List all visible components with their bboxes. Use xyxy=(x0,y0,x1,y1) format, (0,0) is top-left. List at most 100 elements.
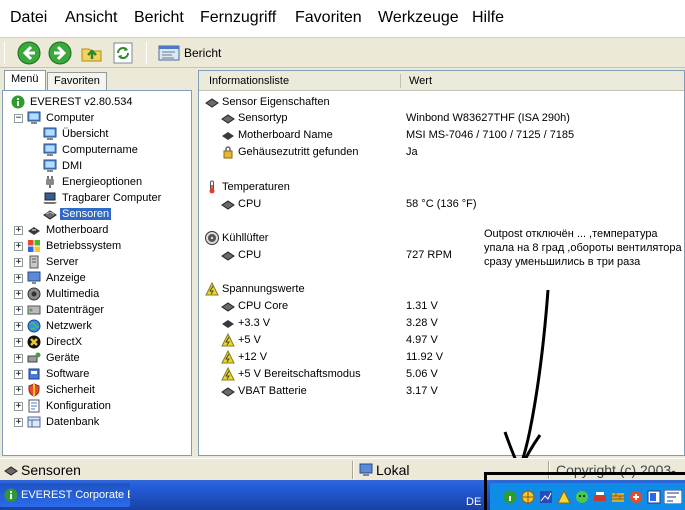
tree-item-motherboard[interactable]: Motherboard xyxy=(27,222,110,238)
up-button[interactable] xyxy=(80,41,104,65)
column-header-wert[interactable]: Wert xyxy=(409,75,432,87)
tree-item-uebersicht[interactable]: Übersicht xyxy=(43,126,110,142)
tree-item-label: Netzwerk xyxy=(46,320,92,332)
voltage-warning-icon xyxy=(221,350,235,364)
tree-item-konfiguration[interactable]: Konfiguration xyxy=(27,398,113,414)
everest-info-icon xyxy=(4,488,18,502)
expand-toggle[interactable]: + xyxy=(14,338,23,347)
tree-item-datentraeger[interactable]: Datenträger xyxy=(27,302,106,318)
tree-item-computername[interactable]: Computername xyxy=(43,142,140,158)
toolbar-grip xyxy=(4,42,5,64)
tab-menu[interactable]: Menü xyxy=(4,70,46,90)
config-icon xyxy=(28,399,40,413)
window-icon[interactable] xyxy=(647,490,661,504)
expand-toggle[interactable]: + xyxy=(14,290,23,299)
tree-item-dmi[interactable]: DMI xyxy=(43,158,84,174)
table-row[interactable]: Sensortyp Winbond W83627THF (ISA 290h) xyxy=(199,110,684,126)
tree-item-netzwerk[interactable]: Netzwerk xyxy=(27,318,94,334)
expand-toggle[interactable]: + xyxy=(14,226,23,235)
warning-icon[interactable] xyxy=(557,490,571,504)
table-row[interactable]: Gehäusezutritt gefunden Ja xyxy=(199,144,684,160)
antivirus-icon[interactable] xyxy=(629,490,643,504)
windows-logo-icon xyxy=(28,240,40,252)
tree-item-label: Datenträger xyxy=(46,304,105,316)
expand-toggle[interactable]: + xyxy=(14,322,23,331)
tab-favoriten[interactable]: Favoriten xyxy=(47,72,107,90)
table-row[interactable]: +12 V 11.92 V xyxy=(199,349,684,365)
row-name: CPU Core xyxy=(221,299,288,313)
menu-hilfe[interactable]: Hilfe xyxy=(472,9,504,27)
tree-item-computer[interactable]: Computer xyxy=(27,110,96,126)
voltage-warning-icon xyxy=(221,333,235,347)
menu-fernzugriff[interactable]: Fernzugriff xyxy=(200,9,276,27)
table-row[interactable]: VBAT Batterie 3.17 V xyxy=(199,383,684,399)
expand-toggle[interactable]: + xyxy=(14,258,23,267)
forward-button[interactable] xyxy=(48,41,72,65)
thermometer-icon xyxy=(209,180,215,194)
tree-item-label: Konfiguration xyxy=(46,400,111,412)
collapse-toggle[interactable]: − xyxy=(14,114,23,123)
menu-werkzeuge[interactable]: Werkzeuge xyxy=(378,9,459,27)
row-value: 4.97 V xyxy=(406,334,438,346)
tree-item-software[interactable]: Software xyxy=(27,366,91,382)
status-panel-left: Sensoren xyxy=(4,461,81,479)
table-row[interactable]: Motherboard Name MSI MS-7046 / 7100 / 71… xyxy=(199,127,684,143)
tree-root[interactable]: EVEREST v2.80.534 xyxy=(11,94,135,110)
expand-toggle[interactable]: + xyxy=(14,402,23,411)
menu-favoriten[interactable]: Favoriten xyxy=(295,9,362,27)
tree-item-label: Sicherheit xyxy=(46,384,95,396)
expand-toggle[interactable]: + xyxy=(14,370,23,379)
section-row[interactable]: Spannungswerte xyxy=(199,281,684,297)
tree-item-betriebssystem[interactable]: Betriebssystem xyxy=(27,238,123,254)
section-row[interactable]: Temperaturen xyxy=(199,179,684,195)
back-button[interactable] xyxy=(17,41,41,65)
tree-item-anzeige[interactable]: Anzeige xyxy=(27,270,88,286)
smiley-icon[interactable] xyxy=(575,490,589,504)
table-row[interactable]: CPU 58 °C (136 °F) xyxy=(199,196,684,212)
firewall-icon[interactable] xyxy=(611,490,625,504)
tree-item-directx[interactable]: DirectX xyxy=(27,334,84,350)
chart-icon[interactable] xyxy=(539,490,553,504)
refresh-button[interactable] xyxy=(111,41,135,65)
tree-item-geraete[interactable]: Geräte xyxy=(27,350,82,366)
menu-datei[interactable]: Datei xyxy=(10,9,47,27)
section-title: Spannungswerte xyxy=(205,282,305,296)
expand-toggle[interactable]: + xyxy=(14,418,23,427)
server-icon xyxy=(29,255,39,269)
tree-item-tragbarer-computer[interactable]: Tragbarer Computer xyxy=(43,190,163,206)
table-row[interactable]: +3.3 V 3.28 V xyxy=(199,315,684,331)
tree-item-sensoren[interactable]: Sensoren xyxy=(43,206,112,222)
row-name: Motherboard Name xyxy=(221,128,333,142)
everest-tray-icon[interactable] xyxy=(503,490,517,504)
printer-icon[interactable] xyxy=(593,490,607,504)
row-value: Ja xyxy=(406,146,418,158)
section-row[interactable]: Sensor Eigenschaften xyxy=(199,94,684,110)
table-row[interactable]: +5 V Bereitschaftsmodus 5.06 V xyxy=(199,366,684,382)
expand-toggle[interactable]: + xyxy=(14,354,23,363)
network-globe-icon[interactable] xyxy=(521,490,535,504)
tree-item-multimedia[interactable]: Multimedia xyxy=(27,286,101,302)
expand-toggle[interactable]: + xyxy=(14,242,23,251)
clock-icon[interactable] xyxy=(664,490,682,504)
language-indicator[interactable]: DE xyxy=(466,496,481,508)
column-header-informationsliste[interactable]: Informationsliste xyxy=(209,75,289,87)
tree-item-sicherheit[interactable]: Sicherheit xyxy=(27,382,97,398)
status-divider xyxy=(548,461,550,479)
tree-item-datenbank[interactable]: Datenbank xyxy=(27,414,101,430)
column-divider[interactable] xyxy=(400,74,401,88)
tree-item-label: Übersicht xyxy=(62,128,109,140)
table-row[interactable]: CPU Core 1.31 V xyxy=(199,298,684,314)
menu-bericht[interactable]: Bericht xyxy=(134,9,184,27)
voltage-warning-icon xyxy=(221,367,235,381)
expand-toggle[interactable]: + xyxy=(14,386,23,395)
tree-item-energieoptionen[interactable]: Energieoptionen xyxy=(43,174,144,190)
voltage-warning-icon xyxy=(205,282,219,296)
tree-item-server[interactable]: Server xyxy=(27,254,80,270)
expand-toggle[interactable]: + xyxy=(14,306,23,315)
menu-ansicht[interactable]: Ansicht xyxy=(65,9,117,27)
taskbar-button-everest[interactable]: EVEREST Corporate E... xyxy=(0,483,130,507)
report-button[interactable]: Bericht xyxy=(158,42,221,64)
section-title: Sensor Eigenschaften xyxy=(205,95,330,109)
expand-toggle[interactable]: + xyxy=(14,274,23,283)
table-row[interactable]: +5 V 4.97 V xyxy=(199,332,684,348)
